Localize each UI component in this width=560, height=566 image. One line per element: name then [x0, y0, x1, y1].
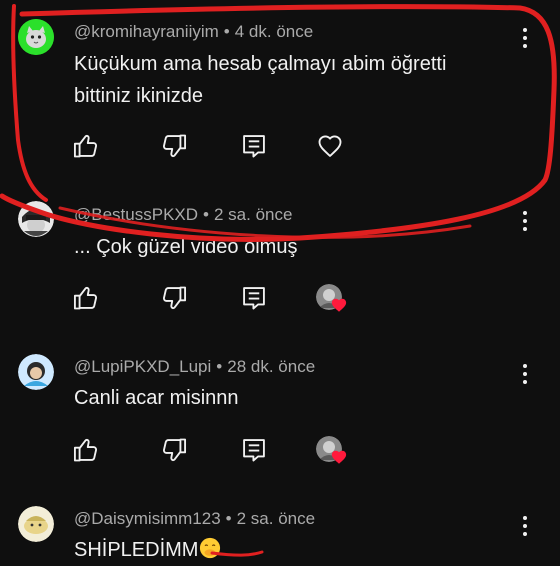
thumbs-down-icon [160, 436, 188, 464]
blue-character-avatar-icon [18, 354, 54, 390]
comment-text: Küçükum ama hesab çalmayı abim öğretti b… [74, 53, 447, 107]
like-button[interactable] [72, 284, 100, 312]
comment-text: Canli acar misinnn [74, 387, 239, 409]
comment-author[interactable]: @kromihayraniiyim [74, 22, 219, 41]
comment-meta: @kromihayraniiyim • 4 dk. önce [74, 22, 314, 41]
like-button[interactable] [72, 436, 100, 464]
dislike-button[interactable] [160, 436, 188, 464]
comment-author[interactable]: @LupiPKXD_Lupi [74, 357, 211, 376]
thumbs-up-icon [72, 132, 100, 160]
avatar[interactable] [18, 201, 54, 237]
comment-time[interactable]: 2 sa. önce [214, 205, 292, 224]
reply-icon [240, 284, 268, 312]
avatar[interactable] [18, 354, 54, 390]
reply-button[interactable] [240, 132, 268, 160]
dislike-button[interactable] [160, 284, 188, 312]
green-cat-avatar-icon [18, 19, 54, 55]
face-with-hand-over-mouth-icon [200, 537, 221, 559]
thumbs-up-icon [72, 284, 100, 312]
creator-heart-icon [330, 296, 348, 314]
heart-button[interactable] [316, 132, 344, 160]
comment-author[interactable]: @Daisymisimm123 [74, 509, 221, 528]
more-options-button[interactable] [516, 209, 534, 233]
like-button[interactable] [72, 132, 100, 160]
comment-author[interactable]: @BestussPKXD [74, 205, 198, 224]
dislike-button[interactable] [160, 132, 188, 160]
comment-time[interactable]: 4 dk. önce [235, 22, 313, 41]
yellow-character-avatar-icon [18, 506, 54, 542]
dark-character-avatar-icon [18, 201, 54, 237]
heart-icon [316, 132, 344, 160]
creator-heart-badge [316, 284, 350, 314]
more-options-button[interactable] [516, 362, 534, 386]
creator-heart-icon [330, 448, 348, 466]
avatar[interactable] [18, 506, 54, 542]
more-options-button[interactable] [516, 26, 534, 50]
comment-meta: @BestussPKXD • 2 sa. önce [74, 205, 293, 224]
comment-text: SHİPLEDİMM [74, 534, 514, 566]
thumbs-down-icon [160, 284, 188, 312]
avatar[interactable] [18, 19, 54, 55]
comment-meta: @Daisymisimm123 • 2 sa. önce [74, 509, 316, 528]
reply-button[interactable] [240, 284, 268, 312]
thumbs-down-icon [160, 132, 188, 160]
reply-icon [240, 132, 268, 160]
comment-time[interactable]: 28 dk. önce [227, 357, 315, 376]
comment-meta: @LupiPKXD_Lupi • 28 dk. önce [74, 357, 316, 376]
comment-text: ... Çok güzel video olmuş [74, 236, 298, 258]
reply-icon [240, 436, 268, 464]
creator-heart-badge [316, 436, 350, 466]
comment-time[interactable]: 2 sa. önce [237, 509, 315, 528]
thumbs-up-icon [72, 436, 100, 464]
more-options-button[interactable] [516, 514, 534, 538]
reply-button[interactable] [240, 436, 268, 464]
